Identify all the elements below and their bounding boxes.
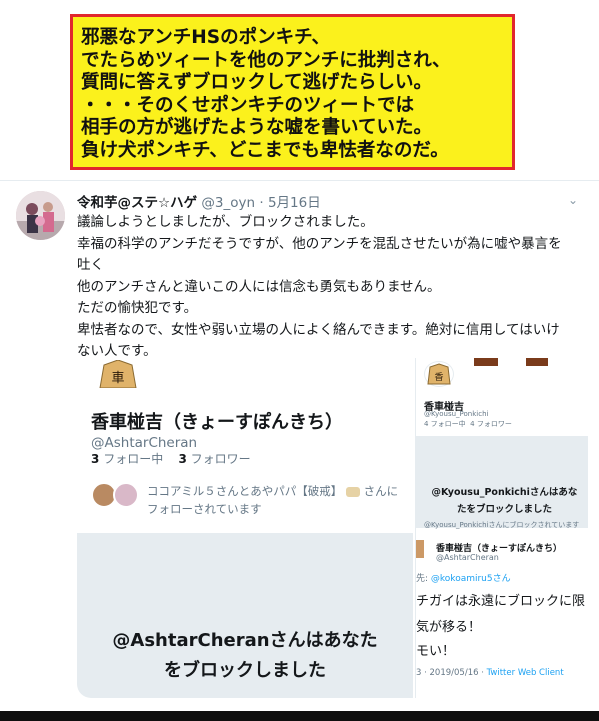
- tweet-text-line: チガイは永遠にブロックに限: [416, 594, 586, 609]
- emoji-icon: [345, 486, 360, 497]
- shogi-piece-icon: 香: [424, 361, 454, 387]
- following-count: 3: [91, 452, 100, 466]
- caption-line: でたらめツィートを他のアンチに批判され、: [81, 49, 451, 71]
- blocked-line: @AshtarCheranさんはあなた: [112, 630, 378, 651]
- avatar: [113, 482, 139, 508]
- followers-count: 3: [178, 452, 187, 466]
- tweet-body: 議論しようとしましたが、ブロックされました。 幸福の科学のアンチだそうですが、他…: [77, 212, 587, 363]
- avatar: [416, 540, 424, 558]
- caption-box: 邪悪なアンチHSのポンキチ、 でたらめツィートを他のアンチに批判され、 質問に答…: [70, 14, 515, 170]
- tweet-media[interactable]: 車 香車椪吉（きょーすぽんきち） @AshtarCheran 3 フォロー中 3…: [77, 358, 588, 698]
- caption-line: 負け犬ポンキチ、どこまでも卑怯者なのだ。: [81, 139, 449, 161]
- avatar-image: [16, 191, 65, 240]
- tweet-handle: @AshtarCheran: [436, 553, 499, 562]
- blocked-sub: @Kyousu_Ponkichiさんにブロックされています: [424, 521, 580, 529]
- bottom-bar: [0, 711, 599, 721]
- profile-handle: @Kyousu_Ponkichi: [424, 410, 489, 418]
- caption-line: 質問に答えずブロックして逃げたらしい。: [81, 72, 432, 93]
- client-link: Twitter Web Client: [486, 668, 564, 678]
- tweet-date[interactable]: 5月16日: [268, 195, 321, 211]
- follow-counts: 4 フォロー中 4 フォロワー: [424, 419, 512, 429]
- blocked-message: @AshtarCheranさんはあなた をブロックしました: [77, 626, 413, 686]
- caption-line: ・・・そのくせポンキチのツィートでは: [81, 94, 415, 116]
- tweet-text-line: 幸福の科学のアンチだそうですが、他のアンチを混乱させたいが為に嘘や暴言を: [77, 235, 562, 252]
- followed-by-names: ココアミル５さんとあやパパ【破戒】: [147, 484, 343, 498]
- followers-label: フォロワー: [190, 452, 251, 466]
- blocked-line: をブロックしました: [164, 660, 326, 681]
- profile-name: 香車椪吉（きょーすぽんきち）: [91, 412, 343, 433]
- date-text: 3 · 2019/05/16 ·: [416, 668, 487, 678]
- separator: ·: [259, 195, 264, 211]
- tweet-text-line: ただの愉快犯です。: [77, 300, 198, 316]
- tweet-text-line: 卑怯者なので、女性や弱い立場の人によく絡んできます。絶対に信用してはいけ: [77, 321, 560, 338]
- caption-line: 邪悪なアンチHSのポンキチ、: [81, 27, 330, 48]
- svg-text:香: 香: [434, 372, 443, 383]
- following-label: フォロー中: [103, 452, 164, 466]
- profile-handle: @AshtarCheran: [91, 435, 198, 451]
- avatar[interactable]: [16, 191, 65, 240]
- reply-to: 先: @kokoamiru5さん: [416, 571, 511, 584]
- reply-prefix: 先:: [416, 574, 431, 584]
- tweet-date: 3 · 2019/05/16 · Twitter Web Client: [416, 668, 564, 678]
- tweet-header: 令和芋@ステ☆ハゲ @3_oyn · 5月16日: [77, 191, 321, 211]
- reply-handle: @kokoamiru5さん: [430, 574, 511, 584]
- display-name[interactable]: 令和芋@ステ☆ハゲ: [77, 195, 197, 211]
- chevron-down-icon[interactable]: ⌄: [568, 193, 578, 207]
- followers: 4 フォロワー: [470, 420, 512, 428]
- blocked-line: @Kyousu_Ponkichiさんはあな: [431, 487, 578, 498]
- followed-by: ココアミル５さんとあやパパ【破戒】 さんにフォローされています: [147, 482, 407, 518]
- blocked-message: @Kyousu_Ponkichiさんはあな たをブロックしました: [422, 484, 587, 518]
- tweet-text-line: モい！: [416, 644, 456, 659]
- tweet-text-line: 議論しようとしましたが、ブロックされました。: [77, 214, 374, 230]
- follow-counts: 3 フォロー中 3 フォロワー: [91, 450, 251, 467]
- divider: [0, 180, 599, 181]
- tweet-text-line: 他のアンチさんと違いこの人には信念も勇気もありません。: [77, 278, 441, 295]
- shogi-piece-icon: 車: [99, 360, 137, 388]
- tweet-text-line: 気が移る！: [416, 620, 482, 635]
- blocked-line: たをブロックしました: [456, 504, 552, 515]
- following: 4 フォロー中: [424, 420, 466, 428]
- media-right-screenshot: 香 香車椪吉 @Kyousu_Ponkichi 4 フォロー中 4 フォロワー …: [415, 358, 588, 698]
- media-left-screenshot: 車 香車椪吉（きょーすぽんきち） @AshtarCheran 3 フォロー中 3…: [77, 358, 413, 698]
- caption-line: 相手の方が逃げたような嘘を書いていた。: [81, 117, 432, 138]
- tweet-text-line: 吐く: [77, 257, 104, 273]
- svg-text:車: 車: [111, 371, 124, 386]
- handle[interactable]: @3_oyn: [201, 195, 255, 211]
